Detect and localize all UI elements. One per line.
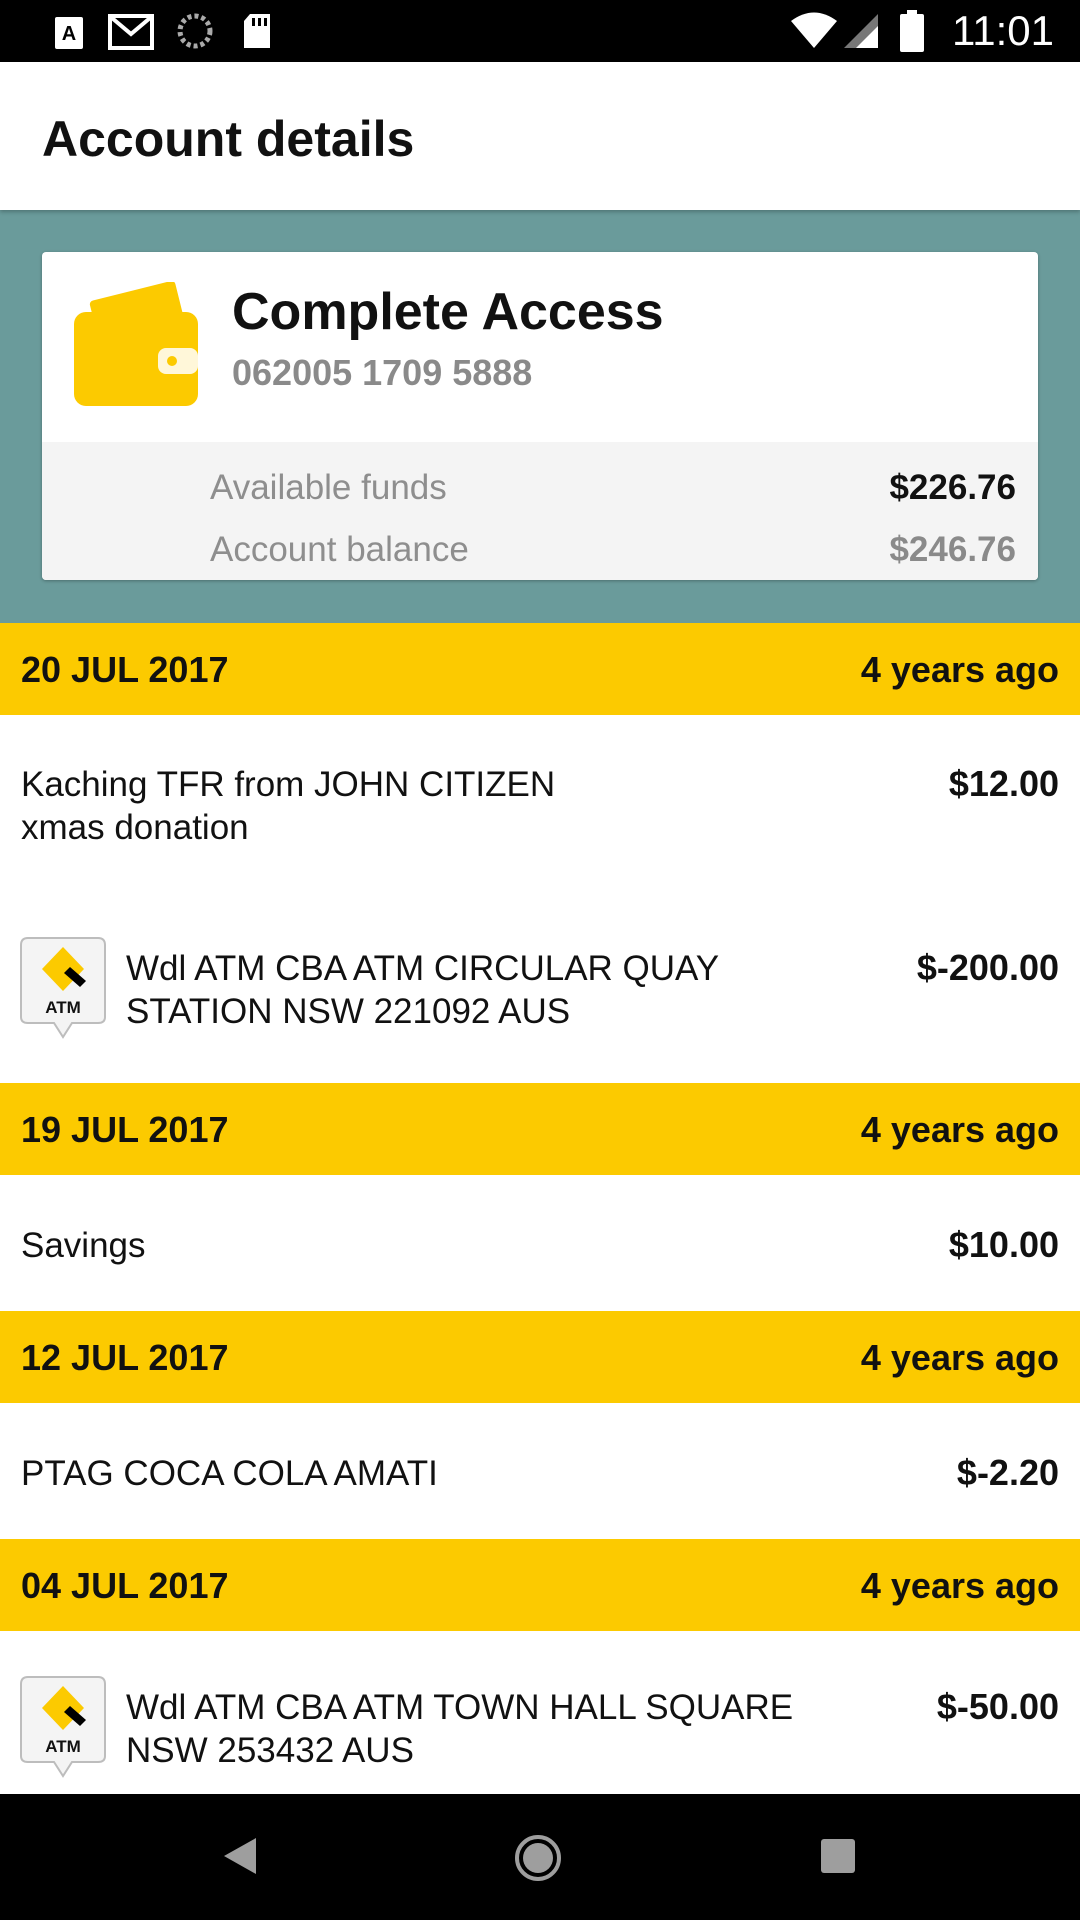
transaction-row[interactable]: PTAG COCA COLA AMATI $-2.20 (0, 1403, 1080, 1539)
transaction-description: Wdl ATM CBA ATM TOWN HALL SQUARE NSW 253… (126, 1688, 794, 1770)
transaction-description: Kaching TFR from JOHN CITIZEN xmas donat… (21, 765, 556, 847)
account-card[interactable]: $ Complete Access 062005 1709 5888 Avail… (42, 252, 1038, 580)
date-label: 04 JUL 2017 (21, 1565, 229, 1606)
date-label: 20 JUL 2017 (21, 649, 229, 690)
atm-badge-text: ATM (45, 1737, 81, 1756)
app-bar: Account details (0, 62, 1080, 210)
balances-panel: Available funds $226.76 Account balance … (42, 442, 1038, 580)
date-header: 04 JUL 2017 4 years ago (0, 1539, 1080, 1631)
transaction-row[interactable]: Kaching TFR from JOHN CITIZEN xmas donat… (0, 715, 1080, 899)
date-header: 20 JUL 2017 4 years ago (0, 623, 1080, 715)
sync-icon (177, 13, 213, 49)
recents-button[interactable] (820, 1838, 856, 1874)
available-funds-label: Available funds (210, 468, 447, 507)
wallet-icon: $ (74, 282, 198, 406)
relative-date: 4 years ago (860, 649, 1059, 690)
sd-card-icon (244, 14, 270, 48)
account-number: 062005 1709 5888 (232, 352, 533, 393)
account-balance-label: Account balance (210, 530, 469, 569)
transaction-amount: $10.00 (948, 1224, 1059, 1265)
transaction-amount: $-2.20 (956, 1452, 1059, 1493)
relative-date: 4 years ago (860, 1565, 1059, 1606)
svg-text:A: A (62, 23, 76, 45)
account-balance-value: $246.76 (889, 530, 1016, 569)
wifi-icon (791, 12, 837, 48)
relative-date: 4 years ago (860, 1109, 1059, 1150)
date-header: 19 JUL 2017 4 years ago (0, 1083, 1080, 1175)
account-summary: $ Complete Access 062005 1709 5888 Avail… (0, 210, 1080, 623)
transaction-description: Wdl ATM CBA ATM CIRCULAR QUAY STATION NS… (126, 949, 720, 1031)
keyboard-icon: A (55, 17, 83, 49)
date-header: 12 JUL 2017 4 years ago (0, 1311, 1080, 1403)
available-funds-row: Available funds $226.76 (210, 462, 1016, 512)
relative-date: 4 years ago (860, 1337, 1059, 1378)
atm-badge-text: ATM (45, 998, 81, 1017)
transaction-row[interactable]: ATM Wdl ATM CBA ATM CIRCULAR QUAY STATIO… (0, 899, 1080, 1083)
back-button[interactable] (222, 1836, 258, 1876)
signal-icon (844, 14, 878, 48)
transaction-description: PTAG COCA COLA AMATI (21, 1454, 438, 1493)
transaction-row[interactable]: Savings $10.00 (0, 1175, 1080, 1311)
date-label: 12 JUL 2017 (21, 1337, 229, 1378)
transaction-amount: $-50.00 (936, 1686, 1059, 1727)
atm-icon: ATM (20, 1676, 106, 1778)
account-name: Complete Access (232, 283, 664, 341)
date-label: 19 JUL 2017 (21, 1109, 229, 1150)
account-balance-row: Account balance $246.76 (210, 524, 1016, 574)
gmail-icon (108, 14, 154, 50)
battery-icon (900, 10, 924, 52)
status-time: 11:01 (952, 7, 1054, 54)
transaction-amount: $12.00 (948, 763, 1059, 804)
home-button[interactable] (514, 1834, 562, 1882)
transaction-description: Savings (21, 1226, 146, 1265)
status-bar: A 11:01 (0, 0, 1080, 62)
available-funds-value: $226.76 (889, 468, 1016, 507)
transaction-amount: $-200.00 (916, 947, 1059, 988)
atm-icon: ATM (20, 937, 106, 1039)
transaction-row[interactable]: ATM Wdl ATM CBA ATM TOWN HALL SQUARE NSW… (0, 1631, 1080, 1794)
page-title: Account details (42, 111, 415, 167)
navigation-bar (0, 1794, 1080, 1920)
